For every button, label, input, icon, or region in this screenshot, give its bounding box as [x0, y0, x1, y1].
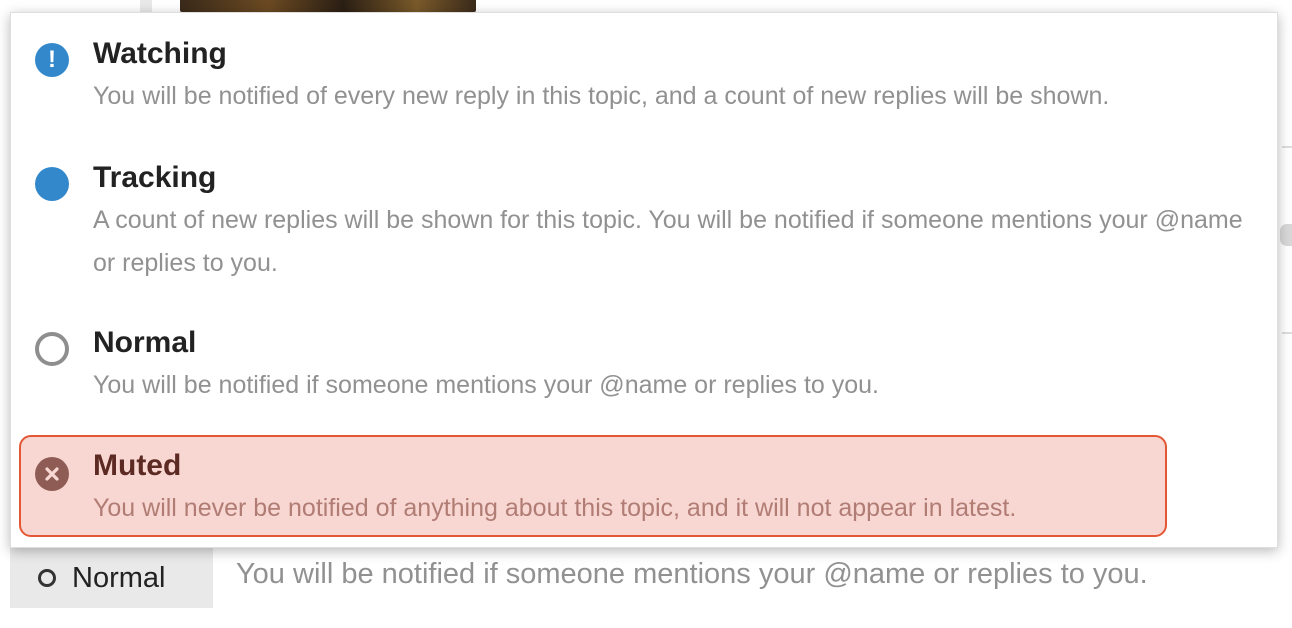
option-title: Tracking — [93, 161, 217, 194]
topic-image-fragment — [180, 0, 476, 12]
option-description: You will be notified of every new reply … — [93, 82, 1110, 110]
empty-circle-icon — [35, 332, 69, 366]
option-title: Watching — [93, 37, 227, 70]
notification-level-button-label: Normal — [72, 561, 166, 594]
notification-option-muted[interactable]: Muted You will never be notified of anyt… — [19, 435, 1167, 537]
empty-circle-icon — [38, 569, 56, 587]
option-description: A count of new replies will be shown for… — [93, 206, 1243, 277]
page-divider — [1282, 146, 1292, 148]
exclamation-glyph: ! — [48, 46, 56, 73]
option-description: You will never be notified of anything a… — [93, 494, 1017, 522]
page-side-element — [1280, 224, 1292, 246]
option-description: You will be notified if someone mentions… — [93, 371, 879, 399]
exclamation-circle-icon: ! — [35, 43, 69, 77]
times-glyph — [45, 467, 59, 481]
notification-level-description: You will be notified if someone mentions… — [236, 558, 1148, 590]
notification-level-button[interactable]: Normal — [10, 548, 213, 608]
notification-option-watching[interactable]: ! Watching You will be notified of every… — [19, 29, 1167, 129]
option-title: Muted — [93, 449, 182, 482]
times-circle-icon — [35, 457, 69, 491]
option-title: Normal — [93, 326, 197, 359]
page-divider — [1282, 332, 1292, 334]
notification-option-tracking[interactable]: Tracking A count of new replies will be … — [19, 153, 1243, 303]
notification-level-dropdown: ! Watching You will be notified of every… — [10, 12, 1278, 548]
filled-circle-icon — [35, 167, 69, 201]
topic-notifications-footer: Normal You will be notified if someone m… — [10, 548, 1280, 608]
notification-option-normal[interactable]: Normal You will be notified if someone m… — [19, 318, 1167, 418]
